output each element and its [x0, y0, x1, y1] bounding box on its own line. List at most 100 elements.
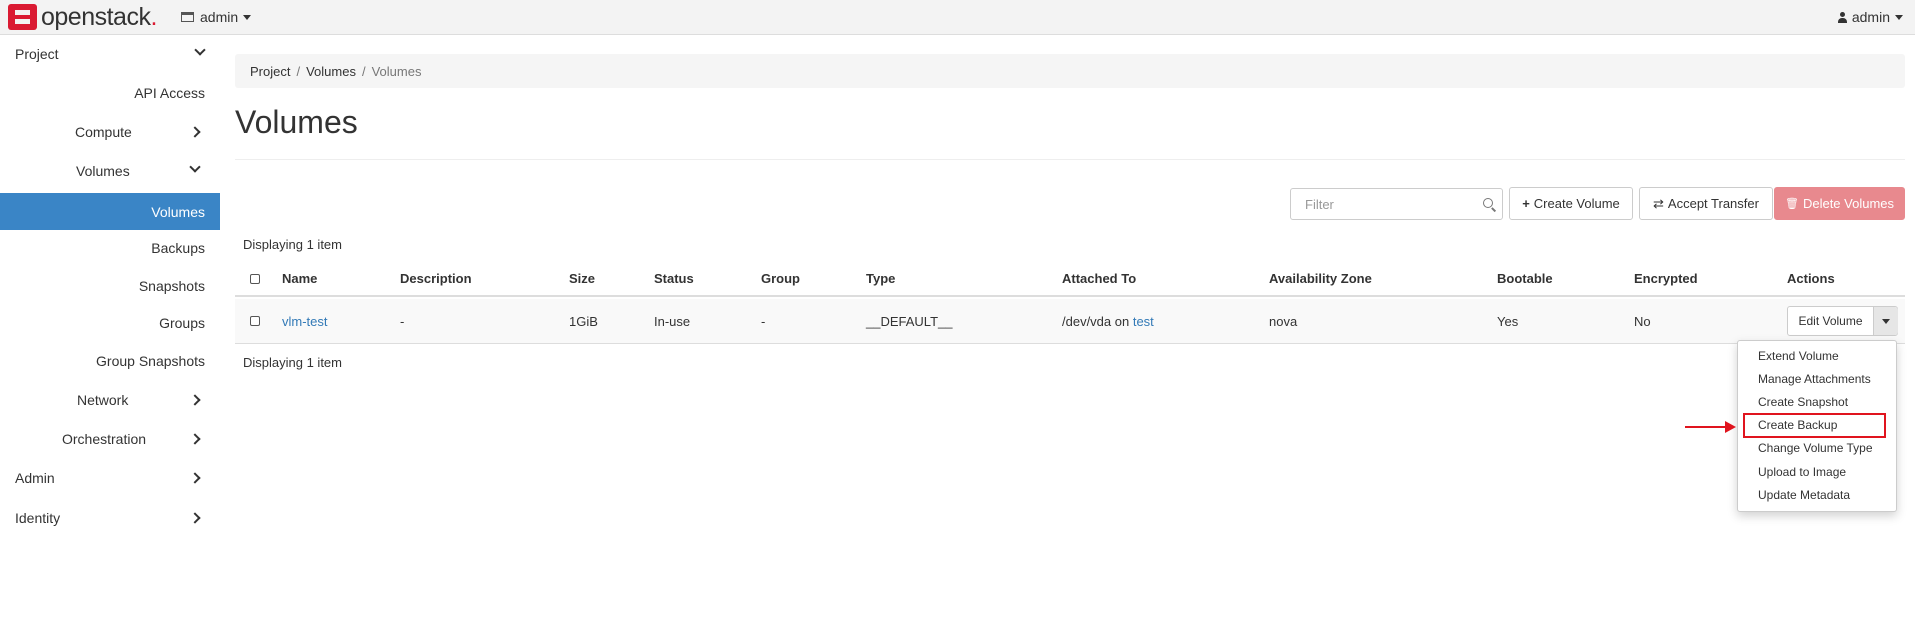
filter-input[interactable]	[1303, 195, 1473, 213]
highlight-box	[1743, 413, 1886, 438]
sidebar-item-label: Group Snapshots	[96, 353, 205, 369]
volume-name-link[interactable]: vlm-test	[282, 314, 328, 329]
sidebar-item-label: Backups	[151, 240, 205, 256]
sidebar-item-label: Identity	[15, 510, 61, 526]
volume-attached-to: /dev/vda on test	[1062, 314, 1154, 329]
sidebar-item-label: Admin	[15, 470, 55, 486]
menu-item-extend-volume[interactable]: Extend Volume	[1758, 349, 1839, 363]
annotation-arrowhead-icon	[1725, 421, 1736, 433]
chevron-down-icon	[194, 44, 206, 56]
select-all-checkbox[interactable]	[250, 274, 260, 284]
user-menu[interactable]: admin	[1837, 9, 1903, 25]
column-header[interactable]: Status	[654, 271, 694, 286]
openstack-logo[interactable]: openstack.	[8, 2, 157, 31]
volume-encrypted: No	[1634, 314, 1651, 329]
brand-name: openstack	[41, 2, 151, 31]
caret-down-icon	[1895, 14, 1903, 20]
sidebar-item-identity[interactable]: Identity	[15, 504, 205, 532]
sidebar-item-groups[interactable]: Groups	[0, 309, 220, 337]
column-header: Actions	[1787, 271, 1835, 286]
column-header[interactable]: Description	[400, 271, 472, 286]
edit-volume-button[interactable]: Edit Volume	[1788, 307, 1874, 335]
sidebar-item-label: Groups	[159, 315, 205, 331]
divider	[235, 159, 1905, 160]
sidebar-item-label: Compute	[75, 124, 132, 140]
volume-group: -	[761, 314, 766, 329]
volume-availability-zone: nova	[1269, 314, 1298, 329]
sidebar-item-api-access[interactable]: API Access	[0, 79, 220, 107]
volume-bootable: Yes	[1497, 314, 1519, 329]
sidebar-item-label: Volumes	[76, 163, 130, 179]
sidebar-item-group-snapshots[interactable]: Group Snapshots	[0, 347, 220, 375]
accept-transfer-label: Accept Transfer	[1667, 196, 1759, 211]
caret-down-icon	[1882, 318, 1890, 324]
volume-description: -	[400, 314, 405, 329]
display-count: Displaying 1 item	[243, 237, 342, 252]
caret-down-icon	[243, 14, 252, 20]
openstack-logo-icon	[8, 4, 37, 30]
sidebar-item-network[interactable]: Network	[77, 386, 205, 414]
chevron-right-icon	[189, 472, 201, 484]
column-header[interactable]: Size	[569, 271, 595, 286]
top-navbar: openstack. admin admin	[0, 0, 1915, 35]
project-selector-label: admin	[200, 9, 239, 25]
sidebar-item-orchestration[interactable]: Orchestration	[62, 425, 205, 453]
window-icon	[181, 12, 194, 22]
create-volume-button[interactable]: + Create Volume	[1509, 187, 1633, 220]
sidebar-item-project[interactable]: Project	[15, 40, 206, 68]
attached-instance-link[interactable]: test	[1133, 314, 1154, 329]
table-row: vlm-test - 1GiB In-use - __DEFAULT__ /de…	[235, 299, 1905, 344]
chevron-down-icon	[189, 161, 201, 173]
chevron-right-icon	[189, 126, 201, 138]
sidebar-item-volumes[interactable]: Volumes	[0, 193, 220, 230]
sidebar-item-label: Orchestration	[62, 431, 147, 447]
breadcrumb-item[interactable]: Project	[250, 64, 290, 79]
sidebar-item-volumes-group[interactable]: Volumes	[76, 157, 205, 185]
menu-item-update-metadata[interactable]: Update Metadata	[1758, 488, 1850, 502]
brand-dot: .	[150, 2, 157, 31]
sidebar-item-admin[interactable]: Admin	[15, 464, 205, 492]
breadcrumb-current: Volumes	[371, 63, 422, 79]
table-header: Name Description Size Status Group Type …	[235, 262, 1905, 297]
delete-volumes-button[interactable]: 🗑 Delete Volumes	[1774, 187, 1905, 220]
column-header[interactable]: Type	[866, 271, 895, 286]
sidebar-item-label: Project	[15, 46, 59, 62]
delete-volumes-label: Delete Volumes	[1802, 196, 1895, 211]
search-icon[interactable]	[1483, 198, 1493, 208]
chevron-right-icon	[189, 433, 201, 445]
annotation-arrow-icon	[1685, 426, 1727, 428]
chevron-right-icon	[189, 394, 201, 406]
row-checkbox[interactable]	[250, 316, 260, 326]
sidebar-item-backups[interactable]: Backups	[0, 234, 220, 262]
sidebar-item-label: API Access	[134, 85, 205, 101]
transfer-icon: ⇄	[1653, 195, 1664, 211]
menu-item-change-volume-type[interactable]: Change Volume Type	[1758, 441, 1873, 455]
column-header[interactable]: Bootable	[1497, 271, 1553, 286]
menu-item-upload-to-image[interactable]: Upload to Image	[1758, 465, 1846, 479]
volume-type: __DEFAULT__	[866, 314, 953, 329]
volume-status: In-use	[654, 314, 691, 329]
menu-item-create-snapshot[interactable]: Create Snapshot	[1758, 395, 1848, 409]
accept-transfer-button[interactable]: ⇄ Accept Transfer	[1639, 187, 1773, 220]
column-header[interactable]: Availability Zone	[1269, 271, 1372, 286]
page-title: Volumes	[235, 104, 358, 140]
sidebar-item-compute[interactable]: Compute	[75, 118, 205, 146]
display-count: Displaying 1 item	[243, 355, 342, 370]
column-header[interactable]: Group	[761, 271, 800, 286]
project-selector[interactable]: admin	[181, 9, 252, 25]
filter-field[interactable]	[1290, 188, 1503, 220]
menu-item-manage-attachments[interactable]: Manage Attachments	[1758, 372, 1871, 386]
sidebar-item-label: Snapshots	[138, 278, 205, 294]
user-icon	[1837, 11, 1847, 23]
column-header[interactable]: Encrypted	[1634, 271, 1698, 286]
sidebar-item-label: Volumes	[151, 203, 205, 220]
column-header[interactable]: Attached To	[1062, 271, 1136, 286]
breadcrumb-item[interactable]: Volumes	[306, 64, 356, 79]
actions-dropdown-toggle[interactable]	[1874, 307, 1898, 335]
sidebar-item-label: Network	[77, 392, 129, 408]
trash-icon: 🗑	[1784, 198, 1799, 210]
column-header[interactable]: Name	[282, 271, 317, 286]
sidebar-item-snapshots[interactable]: Snapshots	[0, 272, 220, 300]
plus-icon: +	[1522, 196, 1530, 211]
create-volume-label: Create Volume	[1533, 196, 1620, 211]
